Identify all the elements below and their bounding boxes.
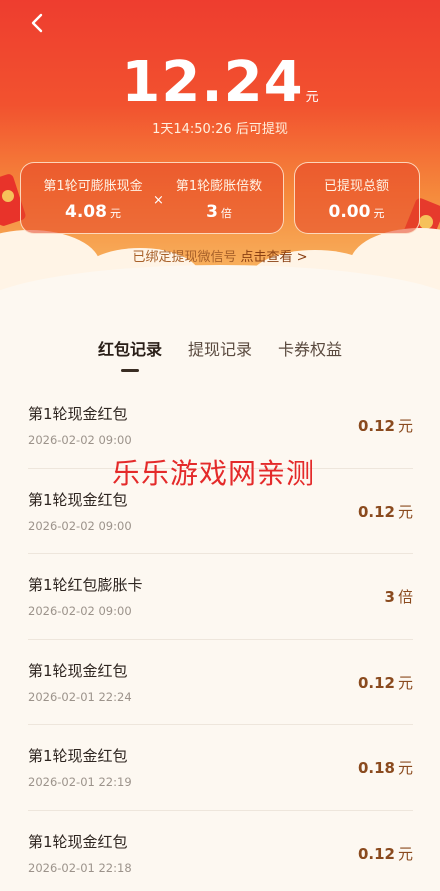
withdrawn-value: 0.00 元 [295, 202, 418, 222]
tab-coupon-benefits[interactable]: 卡券权益 [278, 336, 342, 372]
record-date: 2026-02-02 09:00 [28, 604, 132, 618]
record-value: 0.12 元 [358, 672, 413, 693]
multiply-sign: × [153, 193, 164, 208]
record-date: 2026-02-02 09:00 [28, 433, 132, 447]
record-amount: 0.18 [357, 759, 395, 777]
record-unit: 元 [397, 502, 413, 521]
multiplier-number: 3 [206, 202, 218, 222]
round-stats-card: 第1轮可膨胀现金 4.08 元 × 第1轮膨胀倍数 3倍 [20, 162, 284, 234]
tab-active-indicator [120, 369, 139, 372]
withdrawn-unit: 元 [373, 207, 385, 220]
view-wechat-link[interactable]: 点击查看 > [240, 250, 307, 265]
record-title: 第1轮现金红包 [28, 747, 128, 765]
tab-redpacket-records[interactable]: 红包记录 [98, 336, 162, 372]
multiplier-label: 第1轮膨胀倍数 [175, 179, 263, 194]
wechat-binding: 已绑定提现微信号 点击查看 > [0, 246, 440, 265]
record-value: 0.12 元 [358, 501, 413, 522]
list-item: 第1轮现金红包 2026-02-01 22:18 0.12 元 [28, 811, 413, 891]
wechat-binding-text: 已绑定提现微信号 [132, 250, 237, 265]
back-button[interactable] [22, 8, 52, 38]
tab-label: 提现记录 [187, 340, 252, 359]
multiplier-unit: 倍 [220, 207, 232, 220]
record-date: 2026-02-01 22:24 [28, 689, 132, 704]
record-date: 2026-02-02 09:00 [28, 518, 132, 533]
record-amount: 0.12 [357, 502, 395, 521]
tab-label: 红包记录 [97, 340, 162, 359]
record-unit: 元 [397, 417, 413, 435]
record-unit: 元 [397, 844, 413, 863]
list-item: 第1轮现金红包 2026-02-01 22:19 0.18 元 [28, 725, 413, 811]
record-unit: 元 [397, 673, 413, 692]
balance-value: 12.24 [121, 50, 304, 115]
record-amount: 0.12 [357, 673, 395, 692]
withdraw-countdown: 1天14:50:26 后可提现 [152, 122, 288, 137]
record-value: 0.12 元 [358, 843, 413, 864]
record-date: 2026-02-01 22:19 [28, 775, 132, 789]
record-value: 0.12 元 [358, 415, 413, 436]
multiplier-value: 3倍 [169, 202, 269, 222]
round-cash-value: 4.08 元 [35, 202, 151, 222]
record-title: 第1轮现金红包 [28, 832, 128, 851]
balance-unit: 元 [305, 90, 319, 105]
watermark: 乐乐游戏网亲测 [112, 457, 316, 490]
record-amount: 0.12 [357, 844, 395, 863]
withdrawn-total-card: 已提现总额 0.00 元 [294, 162, 420, 234]
record-unit: 元 [397, 759, 413, 777]
multiplier-cell: 第1轮膨胀倍数 3倍 [169, 175, 269, 222]
record-amount: 3 [384, 588, 395, 606]
balance-amount: 12.24 元 [0, 50, 440, 115]
record-tabs: 红包记录 提现记录 卡券权益 [0, 336, 440, 372]
chevron-left-icon [31, 13, 43, 33]
record-title: 第1轮现金红包 [28, 661, 128, 680]
list-item: 第1轮现金红包 2026-02-01 22:24 0.12 元 [28, 640, 413, 725]
round-cash-number: 4.08 [65, 202, 107, 222]
round-cash-cell: 第1轮可膨胀现金 4.08 元 [35, 175, 151, 222]
record-date: 2026-02-01 22:18 [28, 860, 132, 875]
tab-withdraw-records[interactable]: 提现记录 [188, 336, 252, 372]
round-cash-unit: 元 [109, 207, 121, 220]
withdrawn-cell: 已提现总额 0.00 元 [295, 175, 418, 222]
record-value: 3倍 [385, 586, 413, 607]
record-amount: 0.12 [357, 417, 395, 435]
record-title: 第1轮现金红包 [28, 405, 128, 423]
tab-label: 卡券权益 [278, 340, 343, 359]
record-title: 第1轮红包膨胀卡 [28, 576, 143, 594]
withdrawn-number: 0.00 [328, 202, 371, 222]
record-unit: 倍 [397, 588, 413, 606]
list-item: 第1轮红包膨胀卡 2026-02-02 09:00 3倍 [28, 554, 413, 640]
hero-banner: 12.24 元 1天14:50:26 后可提现 第1轮可膨胀现金 4.08 元 × … [0, 0, 440, 300]
record-value: 0.18 元 [358, 757, 413, 778]
round-cash-label: 第1轮可膨胀现金 [43, 179, 143, 194]
withdrawn-label: 已提现总额 [323, 179, 389, 194]
